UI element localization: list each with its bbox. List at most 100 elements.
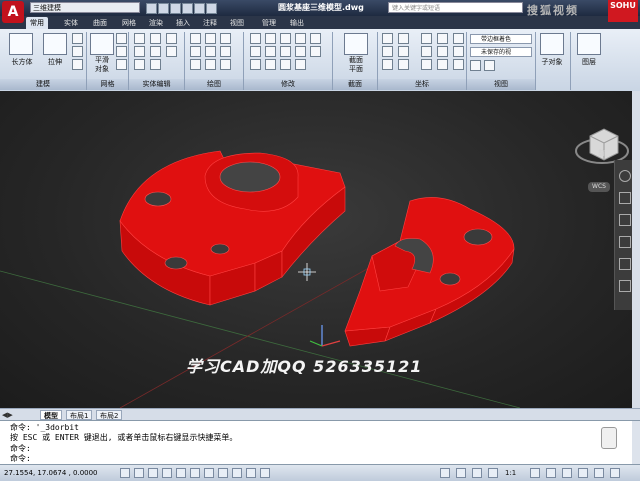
tab-output[interactable]: 输出 (286, 17, 308, 29)
ellipse-icon[interactable] (205, 59, 216, 70)
tab-home[interactable]: 常用 (26, 17, 48, 29)
ucs-icon[interactable] (382, 33, 393, 44)
view-tool-icon[interactable] (470, 60, 481, 71)
modeling-tool-icon[interactable] (72, 59, 83, 70)
ucs-icon[interactable] (453, 59, 464, 70)
vertical-scrollbar[interactable] (632, 91, 640, 408)
subobject-icon[interactable] (540, 33, 564, 55)
pan-icon[interactable] (619, 192, 631, 204)
redo-icon[interactable] (194, 3, 205, 14)
annotation-scale[interactable]: 1:1 (505, 469, 516, 477)
tab-manage[interactable]: 管理 (258, 17, 280, 29)
arc-icon[interactable] (220, 33, 231, 44)
ucs-icon[interactable] (421, 59, 432, 70)
tab-model[interactable]: 模型 (40, 410, 62, 420)
hatch-icon[interactable] (220, 59, 231, 70)
ortho-toggle[interactable] (148, 468, 158, 478)
solid-edit-icon[interactable] (166, 33, 177, 44)
offset-icon[interactable] (265, 59, 276, 70)
scale-icon[interactable] (280, 46, 291, 57)
tab-nav-arrows-icon[interactable]: ◀▶ (2, 411, 13, 419)
ucs-icon[interactable] (382, 46, 393, 57)
tab-surface[interactable]: 曲面 (89, 17, 111, 29)
workspace-select[interactable]: 三维建模 (30, 2, 140, 13)
pan-status-icon[interactable] (488, 468, 498, 478)
quick-view-layouts-icon[interactable] (456, 468, 466, 478)
wcs-menu[interactable]: WCS (588, 182, 610, 192)
ucs-icon[interactable] (382, 59, 393, 70)
showmotion-icon[interactable] (619, 258, 631, 270)
tab-solid[interactable]: 实体 (60, 17, 82, 29)
move-icon[interactable] (250, 33, 261, 44)
polygon-icon[interactable] (190, 59, 201, 70)
tab-render[interactable]: 渲染 (145, 17, 167, 29)
otrack-toggle[interactable] (204, 468, 214, 478)
osnap-toggle[interactable] (176, 468, 186, 478)
fillet-icon[interactable] (250, 46, 261, 57)
ucs-icon[interactable] (437, 59, 448, 70)
mesh-tool-icon[interactable] (116, 46, 127, 57)
search-input[interactable]: 键入关键字或短语 (388, 2, 523, 13)
lineweight-toggle[interactable] (246, 468, 256, 478)
solid-edit-icon[interactable] (150, 33, 161, 44)
mesh-tool-icon[interactable] (116, 33, 127, 44)
zoom-icon[interactable] (619, 214, 631, 226)
named-view-dropdown[interactable]: 未保存的视 (470, 47, 532, 57)
circle-icon[interactable] (190, 46, 201, 57)
grid-toggle[interactable] (134, 468, 144, 478)
clean-screen-icon[interactable] (610, 468, 620, 478)
workspace-switch-icon[interactable] (546, 468, 556, 478)
ucs-icon[interactable] (453, 46, 464, 57)
ucs-icon[interactable] (398, 46, 409, 57)
navigation-tool-icon[interactable] (619, 280, 631, 292)
ucs-icon[interactable] (437, 46, 448, 57)
command-window[interactable]: 命令: '_3dorbit 按 ESC 或 ENTER 键退出, 或者单击鼠标右… (0, 420, 640, 465)
rectangle-icon[interactable] (220, 46, 231, 57)
ucs-icon[interactable] (398, 59, 409, 70)
lock-icon[interactable] (562, 468, 572, 478)
erase-icon[interactable] (280, 59, 291, 70)
isolate-objects-icon[interactable] (594, 468, 604, 478)
new-icon[interactable] (146, 3, 157, 14)
polyline-icon[interactable] (205, 33, 216, 44)
ucs-icon[interactable] (421, 33, 432, 44)
polar-toggle[interactable] (162, 468, 172, 478)
snap-toggle[interactable] (120, 468, 130, 478)
copy-icon[interactable] (295, 33, 306, 44)
view-tool-icon[interactable] (484, 60, 495, 71)
visual-style-dropdown[interactable]: 带边框着色 (470, 34, 532, 44)
trim-icon[interactable] (280, 33, 291, 44)
hardware-acceleration-icon[interactable] (578, 468, 588, 478)
section-plane-icon[interactable] (344, 33, 368, 55)
mesh-tool-icon[interactable] (116, 59, 127, 70)
dyn-toggle[interactable] (232, 468, 242, 478)
tab-layout2[interactable]: 布局2 (96, 410, 123, 420)
join-icon[interactable] (295, 59, 306, 70)
open-icon[interactable] (158, 3, 169, 14)
solid-edit-icon[interactable] (134, 59, 145, 70)
rotate-icon[interactable] (265, 33, 276, 44)
modeling-tool-icon[interactable] (72, 33, 83, 44)
tab-annotate[interactable]: 注释 (199, 17, 221, 29)
layers-icon[interactable] (577, 33, 601, 55)
spline-icon[interactable] (205, 46, 216, 57)
undo-icon[interactable] (182, 3, 193, 14)
save-icon[interactable] (170, 3, 181, 14)
tab-insert[interactable]: 插入 (172, 17, 194, 29)
tab-view[interactable]: 视图 (226, 17, 248, 29)
quick-view-drawings-icon[interactable] (472, 468, 482, 478)
ducs-toggle[interactable] (218, 468, 228, 478)
steering-wheel-icon[interactable] (619, 170, 631, 182)
quick-properties-toggle[interactable] (260, 468, 270, 478)
stretch-icon[interactable] (295, 46, 306, 57)
smooth-object-icon[interactable] (90, 33, 114, 55)
annotation-visibility-icon[interactable] (530, 468, 540, 478)
command-input[interactable]: 命令: (10, 453, 31, 464)
array-icon[interactable] (310, 46, 321, 57)
align-icon[interactable] (250, 59, 261, 70)
explode-icon[interactable] (265, 46, 276, 57)
ucs-icon[interactable] (437, 33, 448, 44)
ucs-icon[interactable] (453, 33, 464, 44)
tab-layout1[interactable]: 布局1 (66, 410, 93, 420)
solid-edit-icon[interactable] (150, 46, 161, 57)
